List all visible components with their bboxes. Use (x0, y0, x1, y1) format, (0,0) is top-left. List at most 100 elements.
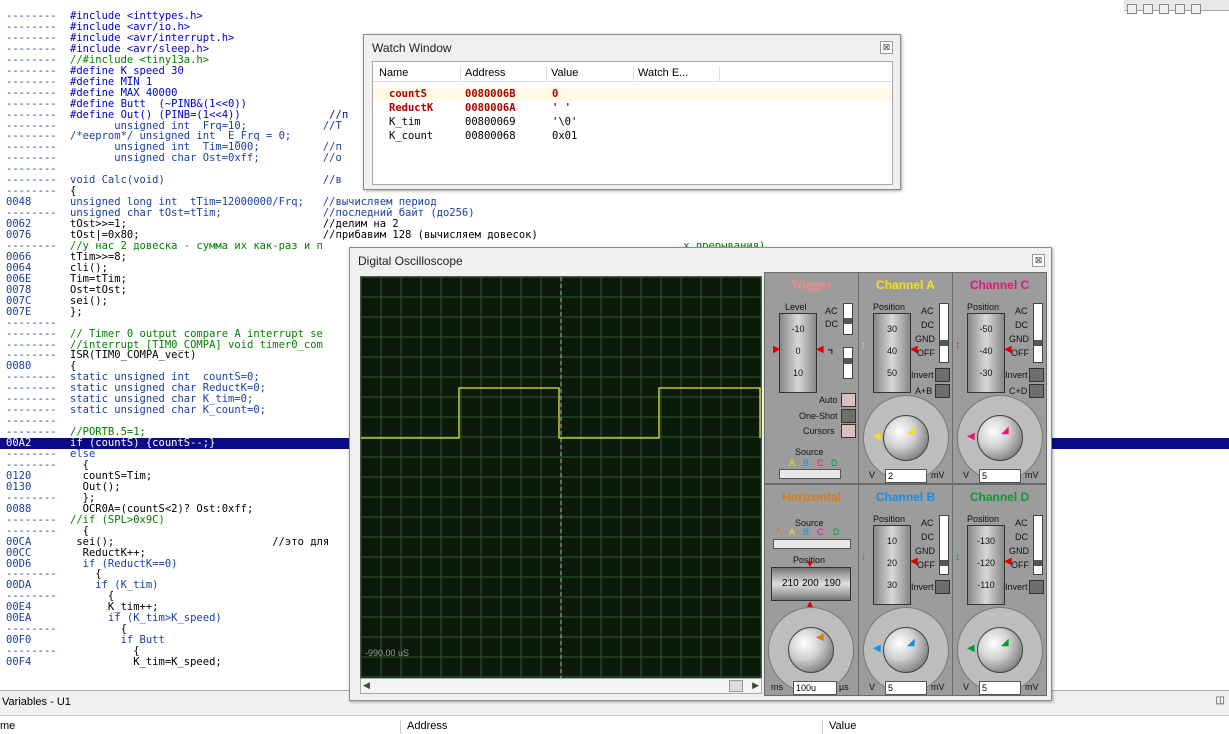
one-shot-button[interactable] (841, 409, 856, 423)
close-icon[interactable]: ⊠ (880, 41, 893, 54)
edge-switch[interactable] (843, 347, 853, 379)
dial-indicator-icon: ◀ (873, 431, 881, 442)
channel-position-scale[interactable]: 30 40 50 (873, 313, 911, 393)
source-c[interactable]: C (817, 527, 824, 537)
channel-title: Channel C (969, 278, 1030, 292)
scroll-right-icon[interactable]: ▶ (752, 680, 759, 691)
volts-div-field[interactable]: 5 (979, 681, 1021, 695)
watch-cell-address: 00800069 (465, 116, 516, 128)
gnd-label: GND (915, 334, 935, 344)
invert-button[interactable] (1029, 368, 1044, 382)
watch-cell-value: 0 (552, 88, 559, 100)
auto-button[interactable] (841, 393, 856, 407)
line-address: -------- (6, 524, 57, 537)
cursors-button[interactable] (841, 424, 856, 438)
source-a[interactable]: A (789, 458, 795, 468)
tick-label: -40 (979, 346, 993, 356)
timebase-field[interactable]: 100u (793, 681, 837, 695)
watch-cell-name: K_count (389, 130, 434, 142)
watch-table: Name Address Value Watch E... countS 0080… (372, 61, 893, 185)
horizontal-position-scale[interactable]: 210 200 190 (771, 567, 851, 601)
close-icon[interactable]: ⊠ (1032, 254, 1045, 267)
digital-oscilloscope-window[interactable]: Digital Oscilloscope ⊠ -990.00 uS ◀ ▶ Tr… (349, 247, 1052, 701)
toolbar-button[interactable] (1143, 4, 1153, 14)
sum-button[interactable] (1029, 384, 1044, 398)
column-value[interactable]: Value (546, 67, 578, 81)
coupling-switch[interactable] (939, 303, 949, 363)
panel-title: Variables - U1 (2, 696, 71, 708)
toolbar-button[interactable] (1159, 4, 1169, 14)
position-up-down-icon[interactable]: ↕ (955, 553, 960, 563)
scroll-left-icon[interactable]: ◀ (363, 680, 370, 691)
column-watch-expression[interactable]: Watch E... (633, 67, 718, 81)
dc-label: DC (825, 319, 838, 329)
watch-row[interactable]: ReductK 0080006A ' ' (373, 102, 892, 115)
watch-cell-value: 0x01 (552, 130, 578, 142)
ac-label: AC (825, 306, 838, 316)
invert-label: Invert (911, 582, 934, 592)
column-name[interactable]: Name (375, 67, 408, 81)
position-up-down-icon[interactable]: ↕ (955, 341, 960, 351)
watch-table-header: Name Address Value Watch E... (373, 64, 892, 82)
source-b[interactable]: B (803, 458, 809, 468)
volts-div-field[interactable]: 5 (885, 681, 927, 695)
horizontal-source-slider[interactable] (773, 539, 851, 549)
time-readout: -990.00 uS (365, 648, 410, 658)
tick-label: 200 (802, 578, 819, 589)
volts-div-knob[interactable] (883, 415, 929, 461)
column-address[interactable]: Address (460, 67, 505, 81)
trigger-title: Trigger (791, 278, 832, 292)
invert-button[interactable] (1029, 580, 1044, 594)
toolbar-button[interactable] (1175, 4, 1185, 14)
volts-div-field[interactable]: 5 (979, 469, 1021, 483)
position-up-down-icon[interactable]: ↕ (861, 553, 866, 563)
coupling-switch[interactable] (843, 303, 853, 335)
line-code: unsigned char Ost=0xff; //о (70, 152, 342, 165)
source-d[interactable]: D (831, 458, 838, 468)
sum-button[interactable] (935, 384, 950, 398)
toolbar-button[interactable] (1127, 4, 1137, 14)
pin-icon[interactable]: ◫ (1216, 695, 1225, 706)
tick-label: 50 (886, 368, 897, 378)
horizontal-title: Horizontal (782, 490, 841, 504)
channel-title: Channel D (969, 490, 1030, 504)
dial-indicator-icon: ◢ (1001, 637, 1009, 648)
line-code: { (70, 524, 89, 537)
volts-div-knob[interactable] (977, 627, 1023, 673)
coupling-switch[interactable] (939, 515, 949, 575)
line-code: #define MAX 40000 (70, 86, 178, 99)
trigger-source-slider[interactable] (779, 469, 841, 479)
invert-button[interactable] (935, 580, 950, 594)
watch-row[interactable]: K_count 00800068 0x01 (373, 130, 892, 143)
line-address: -------- (6, 327, 57, 340)
line-code: #define Butt (~PINB&(1<<0)) (70, 97, 248, 110)
volts-div-knob[interactable] (977, 415, 1023, 461)
watch-row[interactable]: K_tim 00800069 '\0' (373, 116, 892, 129)
gnd-label: GND (1009, 334, 1029, 344)
position-up-down-icon[interactable]: ↕ (861, 341, 866, 351)
source-d[interactable]: D (833, 527, 840, 537)
channel-position-scale[interactable]: -50 -40 -30 (967, 313, 1005, 393)
watch-window[interactable]: Watch Window ⊠ Name Address Value Watch … (363, 34, 901, 190)
scroll-thumb[interactable] (729, 680, 743, 692)
ac-label: AC (921, 518, 934, 528)
source-a[interactable]: A (789, 527, 795, 537)
scope-scrollbar[interactable]: ◀ ▶ (360, 678, 762, 694)
source-b[interactable]: B (803, 527, 809, 537)
channel-a-panel: Channel A Position 30 40 50 ↕ ◀ AC DC GN… (858, 272, 953, 484)
unit-label: V (963, 470, 970, 480)
source-c[interactable]: C (817, 458, 824, 468)
ac-label: AC (1015, 306, 1028, 316)
volts-div-knob[interactable] (883, 627, 929, 673)
channel-position-scale[interactable]: -130 -120 -110 (967, 525, 1005, 605)
volts-div-field[interactable]: 2 (885, 469, 927, 483)
timebase-knob[interactable] (788, 627, 834, 673)
channel-position-scale[interactable]: 10 20 30 (873, 525, 911, 605)
invert-button[interactable] (935, 368, 950, 382)
watch-row[interactable]: countS 0080006B 0 (373, 88, 892, 101)
toolbar-button[interactable] (1191, 4, 1201, 14)
trigger-level-scale[interactable]: -10 0 10 (779, 313, 817, 393)
coupling-switch[interactable] (1033, 515, 1043, 575)
coupling-switch[interactable] (1033, 303, 1043, 363)
scope-display[interactable]: -990.00 uS (360, 276, 762, 679)
